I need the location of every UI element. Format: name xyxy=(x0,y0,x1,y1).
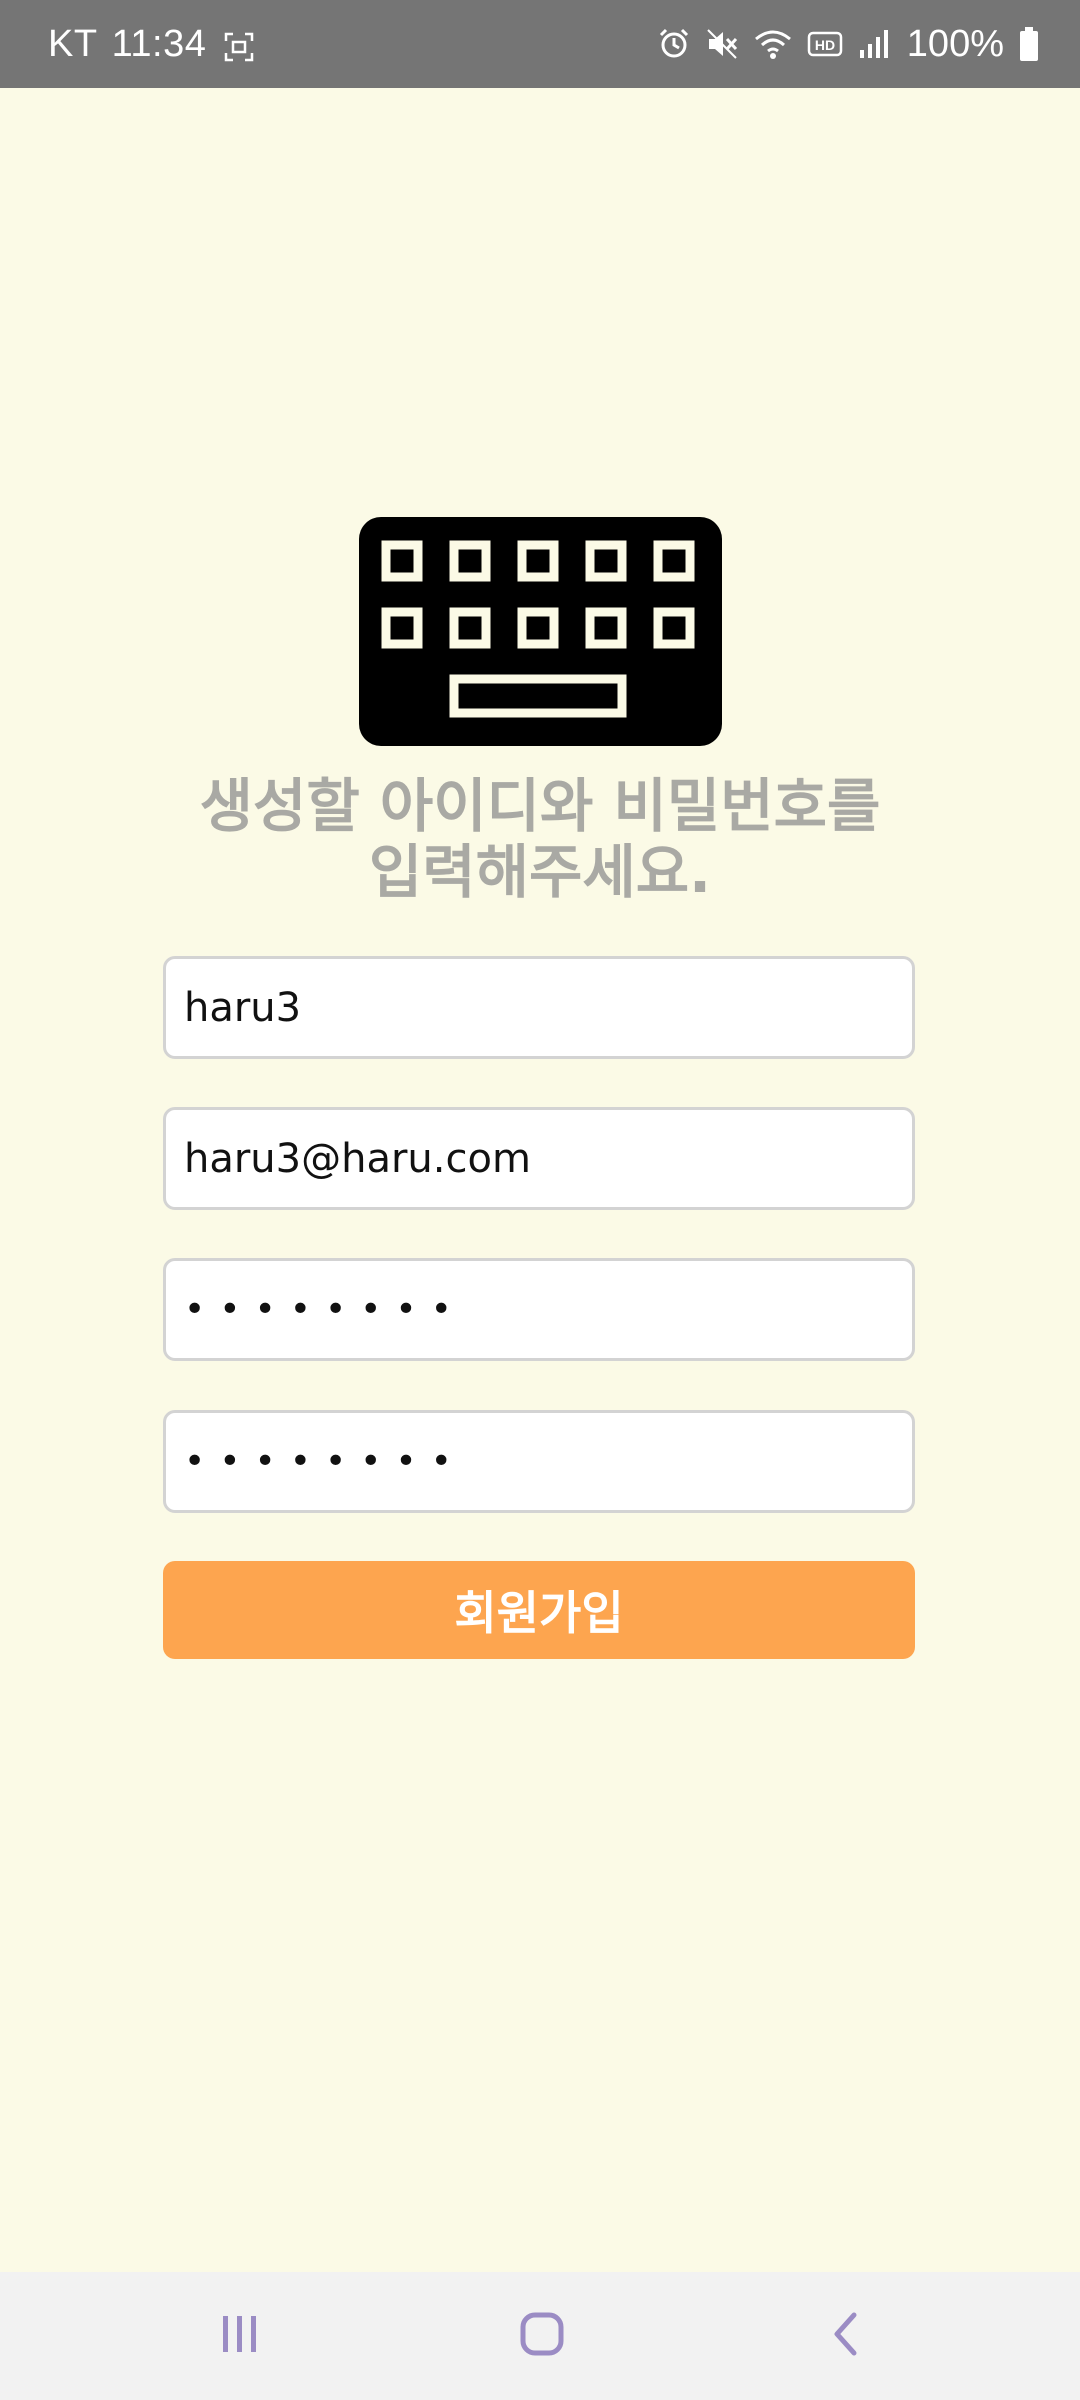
battery-percent: 100% xyxy=(906,22,1004,65)
status-left: KT 11:34 xyxy=(48,0,254,88)
signal-icon xyxy=(857,28,889,60)
id-input[interactable] xyxy=(163,956,915,1059)
carrier-label: KT xyxy=(48,22,98,65)
recent-apps-icon xyxy=(220,2312,260,2360)
mute-icon xyxy=(705,27,739,61)
home-icon xyxy=(519,2311,565,2361)
page-title: 생성할 아이디와 비밀번호를 입력해주세요. xyxy=(140,773,940,905)
alarm-icon xyxy=(657,27,691,61)
password-confirm-input[interactable] xyxy=(163,1410,915,1513)
navigation-bar xyxy=(0,2272,1080,2400)
clock: 11:34 xyxy=(111,22,207,65)
keyboard-icon xyxy=(359,517,722,746)
password-input[interactable] xyxy=(163,1258,915,1361)
email-input[interactable] xyxy=(163,1107,915,1210)
battery-icon xyxy=(1018,26,1040,62)
back-icon xyxy=(829,2311,861,2361)
wifi-icon xyxy=(753,27,793,61)
screen-record-icon xyxy=(224,29,254,62)
recent-apps-button[interactable] xyxy=(160,2272,320,2400)
page-title-line1: 생성할 아이디와 비밀번호를 xyxy=(199,772,881,840)
svg-text:HD: HD xyxy=(815,37,835,53)
hd-icon: HD xyxy=(807,29,843,59)
status-bar: KT 11:34 HD 100% xyxy=(0,0,1080,88)
home-button[interactable] xyxy=(462,2272,622,2400)
signup-button[interactable]: 회원가입 xyxy=(163,1561,915,1659)
status-right: HD 100% xyxy=(657,0,1040,88)
page-title-line2: 입력해주세요. xyxy=(368,838,712,906)
back-button[interactable] xyxy=(765,2272,925,2400)
